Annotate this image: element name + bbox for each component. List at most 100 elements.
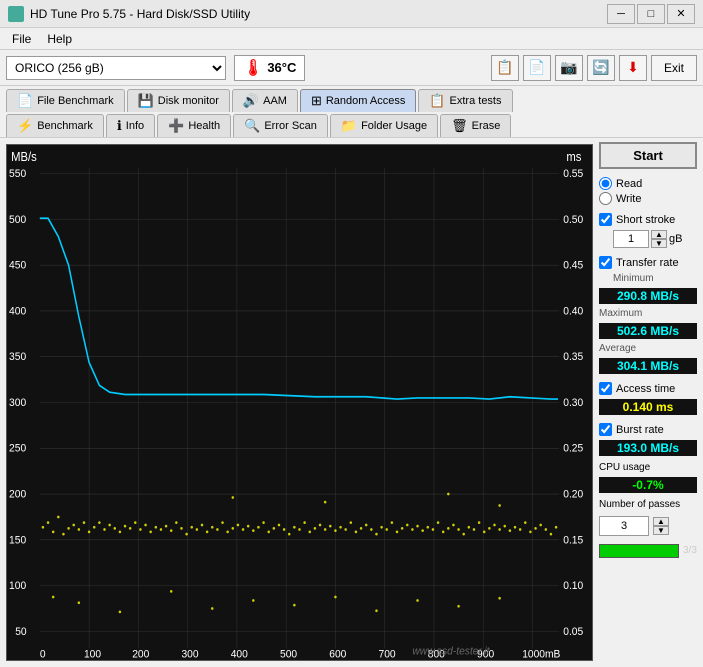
- tab-benchmark-label: Benchmark: [37, 120, 93, 132]
- tab-disk-monitor-label: Disk monitor: [158, 95, 219, 107]
- svg-text:0.45: 0.45: [563, 259, 583, 272]
- svg-text:0.55: 0.55: [563, 168, 583, 181]
- write-radio[interactable]: [599, 192, 612, 205]
- access-time-checkbox-label[interactable]: Access time: [599, 382, 697, 395]
- minimum-label: Minimum: [613, 273, 697, 284]
- short-stroke-up[interactable]: ▲: [651, 230, 667, 239]
- svg-text:www.ssd-tester.it: www.ssd-tester.it: [412, 645, 490, 658]
- short-stroke-checkbox-label[interactable]: Short stroke: [599, 213, 697, 226]
- read-radio-label[interactable]: Read: [599, 177, 697, 190]
- passes-up[interactable]: ▲: [653, 517, 669, 526]
- tab-info[interactable]: ℹ Info: [106, 114, 155, 137]
- burst-rate-value: 193.0 MB/s: [599, 440, 697, 456]
- tab-error-scan-label: Error Scan: [264, 120, 317, 132]
- app-title: HD Tune Pro 5.75 - Hard Disk/SSD Utility: [30, 7, 250, 21]
- tab-erase-label: Erase: [472, 120, 501, 132]
- tabs-row-1: 📄 File Benchmark 💾 Disk monitor 🔊 AAM ⊞ …: [6, 89, 697, 112]
- svg-text:350: 350: [9, 351, 26, 364]
- svg-text:0.05: 0.05: [563, 625, 583, 638]
- chart-svg: MB/s 550 500 450 400 350 300 250 200 150…: [7, 145, 592, 660]
- tabs-row-2: ⚡ Benchmark ℹ Info ➕ Health 🔍 Error Scan…: [6, 114, 697, 137]
- extra-tests-icon: 📋: [429, 93, 445, 109]
- svg-text:0: 0: [40, 648, 46, 660]
- health-icon: ➕: [168, 118, 184, 134]
- close-button[interactable]: ✕: [667, 4, 695, 24]
- passes-stepper: ▲ ▼: [653, 517, 669, 535]
- short-stroke-input[interactable]: [613, 230, 649, 248]
- copy-icon-btn[interactable]: 📄: [523, 55, 551, 81]
- title-bar: HD Tune Pro 5.75 - Hard Disk/SSD Utility…: [0, 0, 703, 28]
- file-benchmark-icon: 📄: [17, 93, 33, 109]
- cpu-usage-label: CPU usage: [599, 462, 697, 473]
- svg-text:400: 400: [231, 648, 248, 660]
- svg-text:0.30: 0.30: [563, 396, 583, 409]
- folder-usage-icon: 📁: [341, 118, 357, 134]
- tab-aam[interactable]: 🔊 AAM: [232, 89, 298, 112]
- svg-text:0.35: 0.35: [563, 351, 583, 364]
- tab-extra-tests[interactable]: 📋 Extra tests: [418, 89, 512, 112]
- temperature-display: 🌡 36°C: [234, 55, 305, 81]
- transfer-rate-checkbox[interactable]: [599, 256, 612, 269]
- svg-text:1000mB: 1000mB: [522, 648, 560, 660]
- info-icon-btn[interactable]: 📋: [491, 55, 519, 81]
- thermometer-icon: 🌡: [243, 58, 263, 78]
- disk-monitor-icon: 💾: [138, 93, 154, 109]
- svg-text:0.10: 0.10: [563, 580, 583, 593]
- write-radio-label[interactable]: Write: [599, 192, 697, 205]
- minimize-button[interactable]: ─: [607, 4, 635, 24]
- tab-random-access[interactable]: ⊞ Random Access: [300, 89, 416, 112]
- temperature-value: 36°C: [267, 60, 296, 75]
- transfer-rate-checkbox-label[interactable]: Transfer rate: [599, 256, 697, 269]
- exit-button[interactable]: Exit: [651, 55, 697, 81]
- short-stroke-down[interactable]: ▼: [651, 239, 667, 248]
- burst-rate-checkbox-label[interactable]: Burst rate: [599, 423, 697, 436]
- menu-file[interactable]: File: [6, 30, 37, 48]
- tab-folder-usage[interactable]: 📁 Folder Usage: [330, 114, 438, 137]
- passes-down[interactable]: ▼: [653, 526, 669, 535]
- menu-bar: File Help: [0, 28, 703, 50]
- svg-text:400: 400: [9, 305, 26, 318]
- svg-text:100: 100: [84, 648, 101, 660]
- tab-file-benchmark[interactable]: 📄 File Benchmark: [6, 89, 125, 112]
- svg-text:MB/s: MB/s: [11, 149, 37, 164]
- tab-aam-label: AAM: [263, 95, 287, 107]
- camera-icon-btn[interactable]: 📷: [555, 55, 583, 81]
- chart-container: MB/s 550 500 450 400 350 300 250 200 150…: [6, 144, 593, 661]
- passes-input[interactable]: [599, 516, 649, 536]
- start-button[interactable]: Start: [599, 142, 697, 169]
- svg-text:600: 600: [329, 648, 346, 660]
- svg-text:550: 550: [9, 168, 26, 181]
- error-scan-icon: 🔍: [244, 118, 260, 134]
- progress-label: 3/3: [683, 545, 697, 556]
- tab-disk-monitor[interactable]: 💾 Disk monitor: [127, 89, 230, 112]
- maximize-button[interactable]: □: [637, 4, 665, 24]
- menu-help[interactable]: Help: [41, 30, 78, 48]
- tab-random-access-label: Random Access: [326, 95, 405, 107]
- refresh-icon-btn[interactable]: 🔄: [587, 55, 615, 81]
- tab-error-scan[interactable]: 🔍 Error Scan: [233, 114, 328, 137]
- svg-text:0.50: 0.50: [563, 213, 583, 226]
- title-bar-controls: ─ □ ✕: [607, 4, 695, 24]
- tab-erase[interactable]: 🗑 Erase: [440, 114, 511, 137]
- tab-health[interactable]: ➕ Health: [157, 114, 231, 137]
- read-radio[interactable]: [599, 177, 612, 190]
- disk-select[interactable]: ORICO (256 gB): [6, 56, 226, 80]
- aam-icon: 🔊: [243, 93, 259, 109]
- random-access-icon: ⊞: [311, 93, 322, 109]
- tab-health-label: Health: [188, 120, 220, 132]
- tab-extra-tests-label: Extra tests: [450, 95, 502, 107]
- erase-icon: 🗑: [451, 118, 468, 134]
- toolbar-icons: 📋 📄 📷 🔄 ⬇ Exit: [491, 55, 697, 81]
- maximum-label: Maximum: [599, 308, 697, 319]
- burst-rate-checkbox[interactable]: [599, 423, 612, 436]
- right-panel: Start Read Write Short stroke ▲ ▼ gB: [593, 138, 703, 667]
- svg-text:500: 500: [9, 213, 26, 226]
- tab-benchmark[interactable]: ⚡ Benchmark: [6, 114, 104, 137]
- svg-text:0.25: 0.25: [563, 442, 583, 455]
- main-content: MB/s 550 500 450 400 350 300 250 200 150…: [0, 138, 703, 667]
- svg-text:200: 200: [132, 648, 149, 660]
- access-time-checkbox[interactable]: [599, 382, 612, 395]
- svg-text:700: 700: [379, 648, 396, 660]
- download-icon-btn[interactable]: ⬇: [619, 55, 647, 81]
- short-stroke-checkbox[interactable]: [599, 213, 612, 226]
